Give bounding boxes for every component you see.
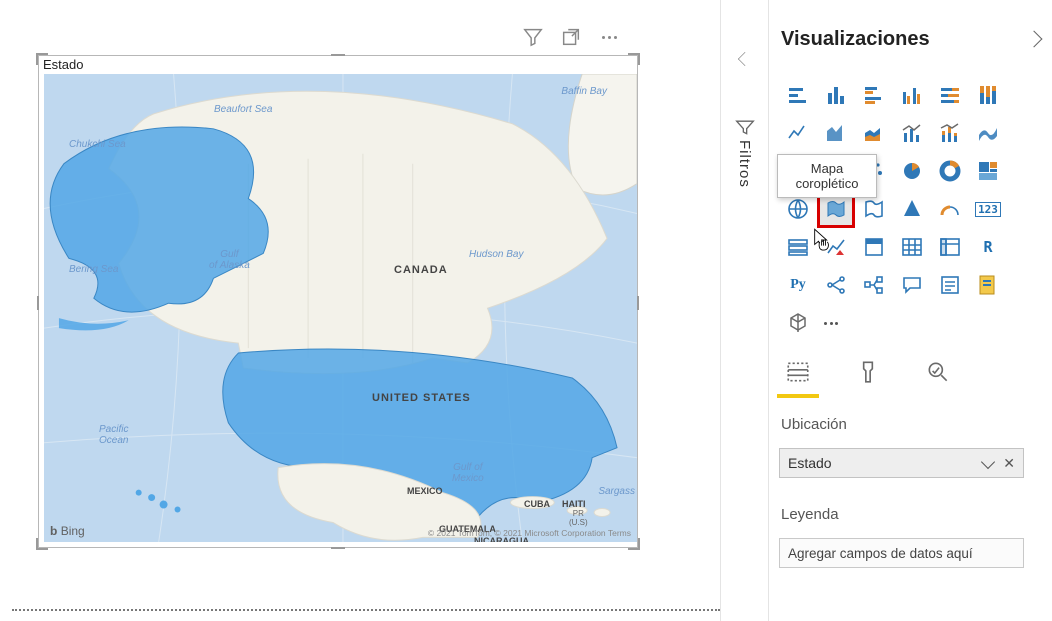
country-label: CUBA [524,499,550,509]
paginated-report-icon[interactable] [971,268,1005,302]
country-label: CANADA [394,264,448,276]
line-chart-icon[interactable]: Mapa coroplético [781,116,815,150]
area-chart-icon[interactable] [819,116,853,150]
stacked-bar-icon[interactable] [781,78,815,112]
report-canvas: Estado [0,0,720,621]
format-tabs [781,352,955,392]
analytics-tab-icon[interactable] [921,352,955,392]
key-influencers-icon[interactable] [819,268,853,302]
country-label: PR (U.S) [569,509,588,527]
filter-icon[interactable] [522,26,544,48]
country-label: UNITED STATES [372,392,471,404]
resize-handle[interactable] [628,51,642,65]
resize-handle[interactable] [331,50,345,64]
filled-map-visual[interactable]: Estado [38,55,638,548]
location-section-title: Ubicación [781,416,847,433]
map-svg [44,74,637,542]
sea-label: Beaufort Sea [214,104,272,115]
legend-section-title: Leyenda [781,506,839,523]
visualization-picker: Mapa coroplético 123 [781,78,1040,340]
ribbon-chart-icon[interactable] [971,116,1005,150]
visualizations-pane: Visualizaciones Mapa coroplético [768,0,1052,621]
country-label: HAITI [562,499,586,509]
focus-mode-icon[interactable] [560,26,582,48]
hundred-stacked-column-icon[interactable] [971,78,1005,112]
line-stacked-column-icon[interactable] [933,116,967,150]
clustered-bar-icon[interactable] [857,78,891,112]
location-field-well[interactable]: Estado ✕ [779,448,1024,478]
collapse-pane-icon[interactable] [1026,31,1043,48]
field-well-placeholder: Agregar campos de datos aquí [788,546,973,561]
azure-map-icon[interactable] [895,192,929,226]
qa-visual-icon[interactable] [895,268,929,302]
python-visual-icon[interactable]: Py [781,268,815,302]
pane-title: Visualizaciones [781,28,930,51]
filters-pane-collapsed[interactable]: Filtros [720,0,768,621]
sea-label: Sargass [598,486,635,497]
map-body[interactable]: Beaufort Sea Baffin Bay Chukchi Sea Beri… [44,74,637,542]
line-clustered-column-icon[interactable] [895,116,929,150]
sea-label: Bering Sea [69,264,118,275]
hundred-stacked-bar-icon[interactable] [933,78,967,112]
canvas-page-divider [12,609,720,611]
format-tab-icon[interactable] [851,352,885,392]
map-provider: b Bing [50,524,85,538]
donut-icon[interactable] [933,154,967,188]
stacked-column-icon[interactable] [819,78,853,112]
clustered-column-icon[interactable] [895,78,929,112]
table-icon[interactable] [895,230,929,264]
resize-handle[interactable] [34,51,48,65]
field-pill-label: Estado [788,455,832,471]
sea-label: Pacific Ocean [99,424,128,446]
matrix-icon[interactable] [933,230,967,264]
sea-label: Gulf of Alaska [209,249,250,271]
get-more-visuals-icon[interactable] [781,306,815,340]
decomposition-tree-icon[interactable] [857,268,891,302]
visual-header-toolbar [522,26,620,48]
filters-label: Filtros [736,140,753,188]
sea-label: Baffin Bay [561,86,607,97]
remove-field-icon[interactable]: ✕ [1003,455,1015,472]
smart-narrative-icon[interactable] [933,268,967,302]
expand-pane-icon[interactable] [738,52,752,66]
filter-icon [735,118,755,136]
sea-label: Hudson Bay [469,249,523,260]
gauge-icon[interactable] [933,192,967,226]
card-icon[interactable]: 123 [971,192,1005,226]
treemap-icon[interactable] [971,154,1005,188]
r-visual-icon[interactable]: R [971,230,1005,264]
map-credits: © 2021 TomTom, © 2021 Microsoft Corporat… [428,528,631,538]
sea-label: Chukchi Sea [69,139,126,150]
more-visuals-icon[interactable] [819,306,853,340]
slicer-icon[interactable] [857,230,891,264]
country-label: MEXICO [407,486,443,496]
chevron-down-icon[interactable] [981,454,995,468]
more-options-icon[interactable] [598,26,620,48]
tooltip: Mapa coroplético [777,154,877,198]
stacked-area-icon[interactable] [857,116,891,150]
sea-label: Gulf of Mexico [452,462,484,484]
legend-field-well[interactable]: Agregar campos de datos aquí [779,538,1024,568]
pie-icon[interactable] [895,154,929,188]
cursor-icon [809,228,833,252]
fields-tab-icon[interactable] [781,352,815,392]
